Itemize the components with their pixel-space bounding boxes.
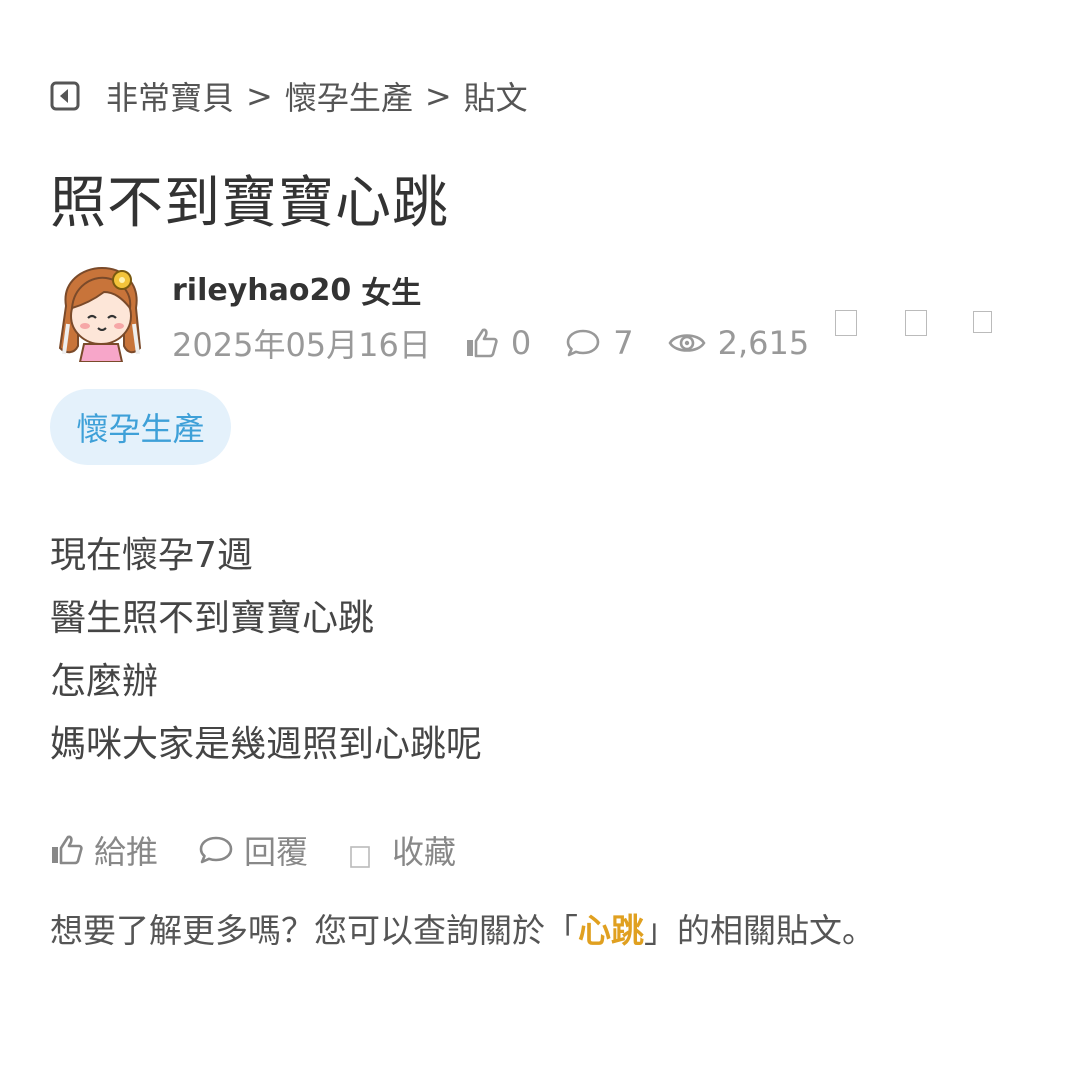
post-actions: 給推 回覆 收藏 [50, 826, 456, 874]
post-title: 照不到寶寶心跳 [50, 171, 449, 236]
avatar[interactable] [52, 262, 148, 363]
comment-count: 7 [565, 324, 634, 362]
related-posts-hint: 想要了解更多嗎？您可以查詢關於「 心跳 」的相關貼文。 [50, 904, 875, 952]
breadcrumb-item-forum[interactable]: 非常寶貝 [106, 73, 234, 119]
reply-button-label: 回覆 [244, 833, 309, 871]
thumbs-up-icon [465, 327, 499, 359]
save-button-label: 收藏 [392, 833, 457, 871]
like-count: 0 [465, 324, 531, 362]
view-count: 2,615 [668, 324, 810, 362]
author-name[interactable]: rileyhao20 [172, 273, 351, 308]
post-date: 2025年05月16日 [172, 326, 431, 364]
related-keyword-link[interactable]: 心跳 [578, 904, 644, 952]
save-button[interactable]: 收藏 [350, 827, 456, 873]
author-gender: 女生 [361, 276, 422, 311]
bookmark-icon [350, 846, 370, 868]
avatar-illustration [58, 266, 142, 363]
post-meta: 2025年05月16日 0 7 2,615 [172, 318, 809, 368]
view-count-value: 2,615 [717, 324, 810, 362]
like-button-label: 給推 [94, 833, 159, 871]
comment-count-value: 7 [613, 324, 634, 362]
like-count-value: 0 [510, 324, 532, 362]
comment-bubble-icon [565, 327, 601, 359]
content-line: 現在懷孕7週 [50, 535, 253, 576]
breadcrumb-separator: > [246, 77, 273, 115]
content-line: 媽咪大家是幾週照到心跳呢 [50, 724, 483, 765]
author-line: rileyhao20 女生 [172, 268, 421, 312]
post-content: 現在懷孕7週 醫生照不到寶寶心跳 怎麼辦 媽咪大家是幾週照到心跳呢 [50, 524, 482, 776]
category-tag[interactable]: 懷孕生產 [50, 389, 231, 465]
back-icon[interactable] [50, 81, 80, 111]
like-button[interactable]: 給推 [50, 827, 158, 873]
share-link-icon[interactable] [973, 311, 992, 333]
comment-bubble-icon [198, 834, 234, 866]
related-suffix: 」的相關貼文。 [644, 911, 875, 950]
breadcrumb-item-category[interactable]: 懷孕生產 [285, 73, 413, 119]
related-prefix: 想要了解更多嗎？您可以查詢關於「 [50, 911, 578, 950]
share-facebook-icon[interactable] [835, 310, 857, 336]
content-line: 醫生照不到寶寶心跳 [50, 598, 375, 639]
breadcrumb-separator: > [424, 77, 452, 115]
share-line-icon[interactable] [905, 310, 927, 336]
thumbs-up-icon [50, 834, 84, 866]
reply-button[interactable]: 回覆 [198, 827, 308, 873]
eye-icon [668, 329, 706, 357]
breadcrumb: 非常寶貝 > 懷孕生產 > 貼文 [50, 74, 528, 118]
breadcrumb-item-current: 貼文 [463, 79, 528, 117]
content-line: 怎麼辦 [50, 661, 159, 702]
